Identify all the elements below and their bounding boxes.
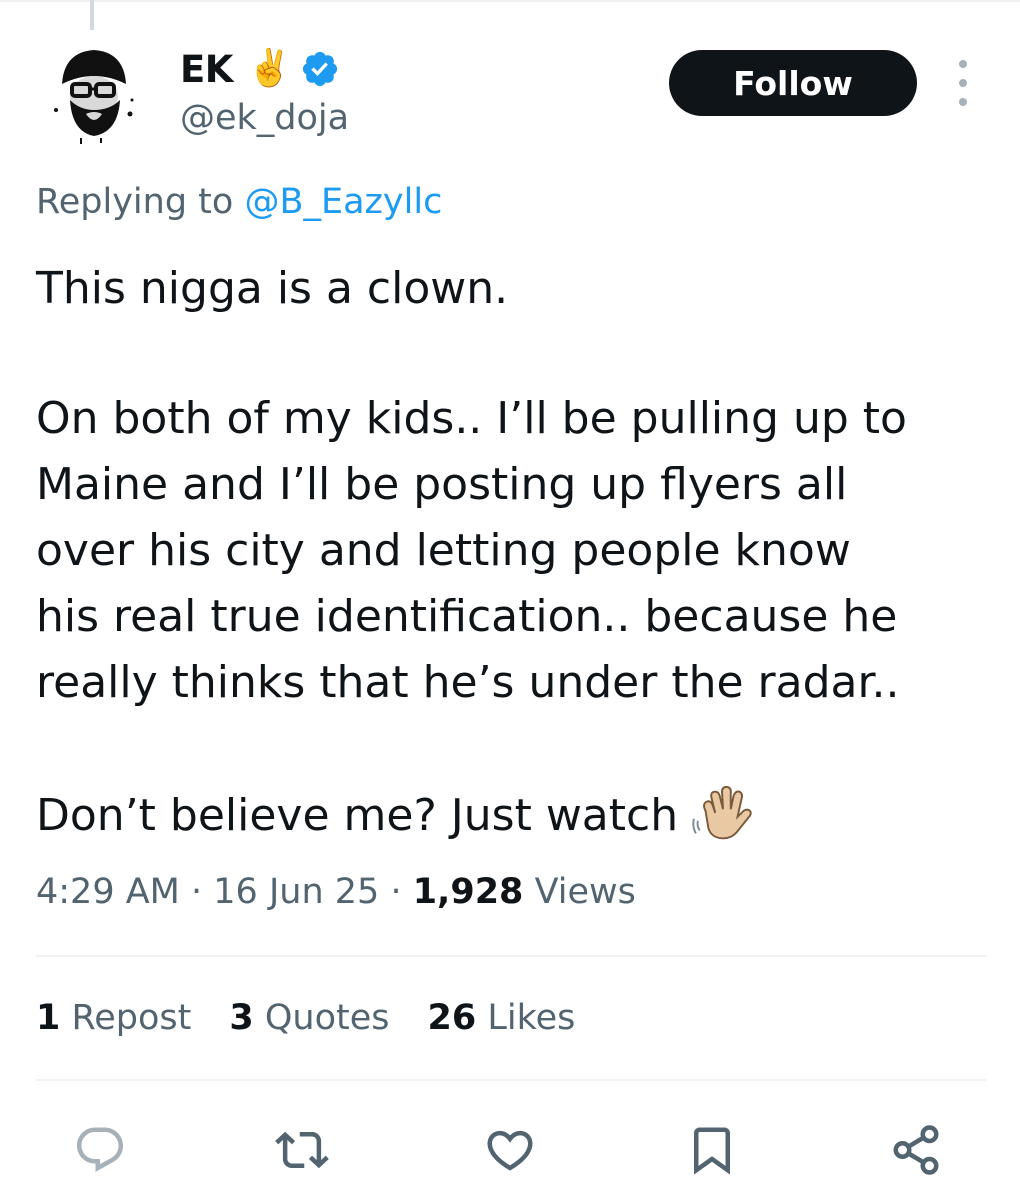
top-border bbox=[0, 0, 1020, 4]
tweet-text-line: his real true identification.. because h… bbox=[36, 591, 898, 642]
reposts-label: Repost bbox=[71, 998, 192, 1038]
verified-badge-icon[interactable] bbox=[300, 49, 340, 89]
views-count: 1,928 bbox=[412, 872, 524, 912]
tweet-meta: 4:29 AM · 16 Jun 25 · 1,928 Views bbox=[36, 872, 636, 912]
likes-count: 26 bbox=[427, 998, 477, 1038]
quotes-label: Quotes bbox=[264, 998, 390, 1038]
tweet-text-line: Don’t believe me? Just watch bbox=[36, 790, 679, 841]
meta-separator: · bbox=[390, 872, 413, 912]
reply-icon bbox=[76, 1127, 124, 1172]
replying-to-handle-link[interactable]: @B_Eazyllc bbox=[244, 182, 442, 222]
engagement-stats: 1 Repost 3 Quotes 26 Likes bbox=[36, 998, 575, 1038]
action-bar bbox=[0, 1120, 1020, 1180]
tweet-text-line: really thinks that he’s under the radar.… bbox=[36, 657, 900, 708]
bookmark-icon bbox=[694, 1127, 730, 1175]
reply-button[interactable] bbox=[70, 1120, 130, 1180]
peace-emoji: ✌️ bbox=[246, 48, 292, 89]
divider bbox=[36, 955, 986, 957]
author-handle[interactable]: @ek_doja bbox=[180, 98, 349, 138]
more-options-icon[interactable] bbox=[948, 60, 978, 106]
likes-label: Likes bbox=[487, 998, 576, 1038]
tweet-date[interactable]: 16 Jun 25 bbox=[213, 872, 379, 912]
meta-separator: · bbox=[191, 872, 214, 912]
reposts-stat[interactable]: 1 Repost bbox=[36, 998, 191, 1038]
tweet-text-paragraph-3: Don’t believe me? Just watch bbox=[36, 782, 996, 849]
reposts-count: 1 bbox=[36, 998, 61, 1038]
waving-hand-icon bbox=[692, 785, 752, 840]
thread-connector-line bbox=[90, 0, 94, 30]
author-name[interactable]: EK bbox=[180, 48, 233, 91]
bookmark-button[interactable] bbox=[682, 1120, 742, 1180]
divider bbox=[36, 1079, 986, 1081]
tweet-text-line-1: This nigga is a clown. bbox=[36, 263, 509, 314]
repost-button[interactable] bbox=[272, 1120, 332, 1180]
repost-icon bbox=[275, 1131, 329, 1169]
author-name-row[interactable]: EK ✌️ bbox=[180, 44, 340, 94]
tweet-text-line: Maine and I’ll be posting up flyers all bbox=[36, 459, 848, 510]
quotes-count: 3 bbox=[229, 998, 254, 1038]
tweet-text-line: over his city and letting people know bbox=[36, 525, 851, 576]
share-button[interactable] bbox=[886, 1120, 946, 1180]
tweet-text-line: On both of my kids.. I’ll be pulling up … bbox=[36, 393, 907, 444]
share-icon bbox=[893, 1125, 939, 1175]
avatar-image bbox=[40, 40, 146, 146]
views-label: Views bbox=[534, 872, 636, 912]
quotes-stat[interactable]: 3 Quotes bbox=[229, 998, 389, 1038]
replying-to-label: Replying to bbox=[36, 182, 234, 222]
replying-to: Replying to @B_Eazyllc bbox=[36, 182, 442, 222]
like-icon bbox=[487, 1130, 533, 1171]
like-button[interactable] bbox=[480, 1120, 540, 1180]
follow-button[interactable]: Follow bbox=[669, 50, 917, 116]
tweet-text-paragraph-2: On both of my kids.. I’ll be pulling up … bbox=[36, 386, 996, 716]
likes-stat[interactable]: 26 Likes bbox=[428, 998, 576, 1038]
avatar[interactable] bbox=[40, 40, 146, 146]
tweet-time[interactable]: 4:29 AM bbox=[36, 872, 180, 912]
